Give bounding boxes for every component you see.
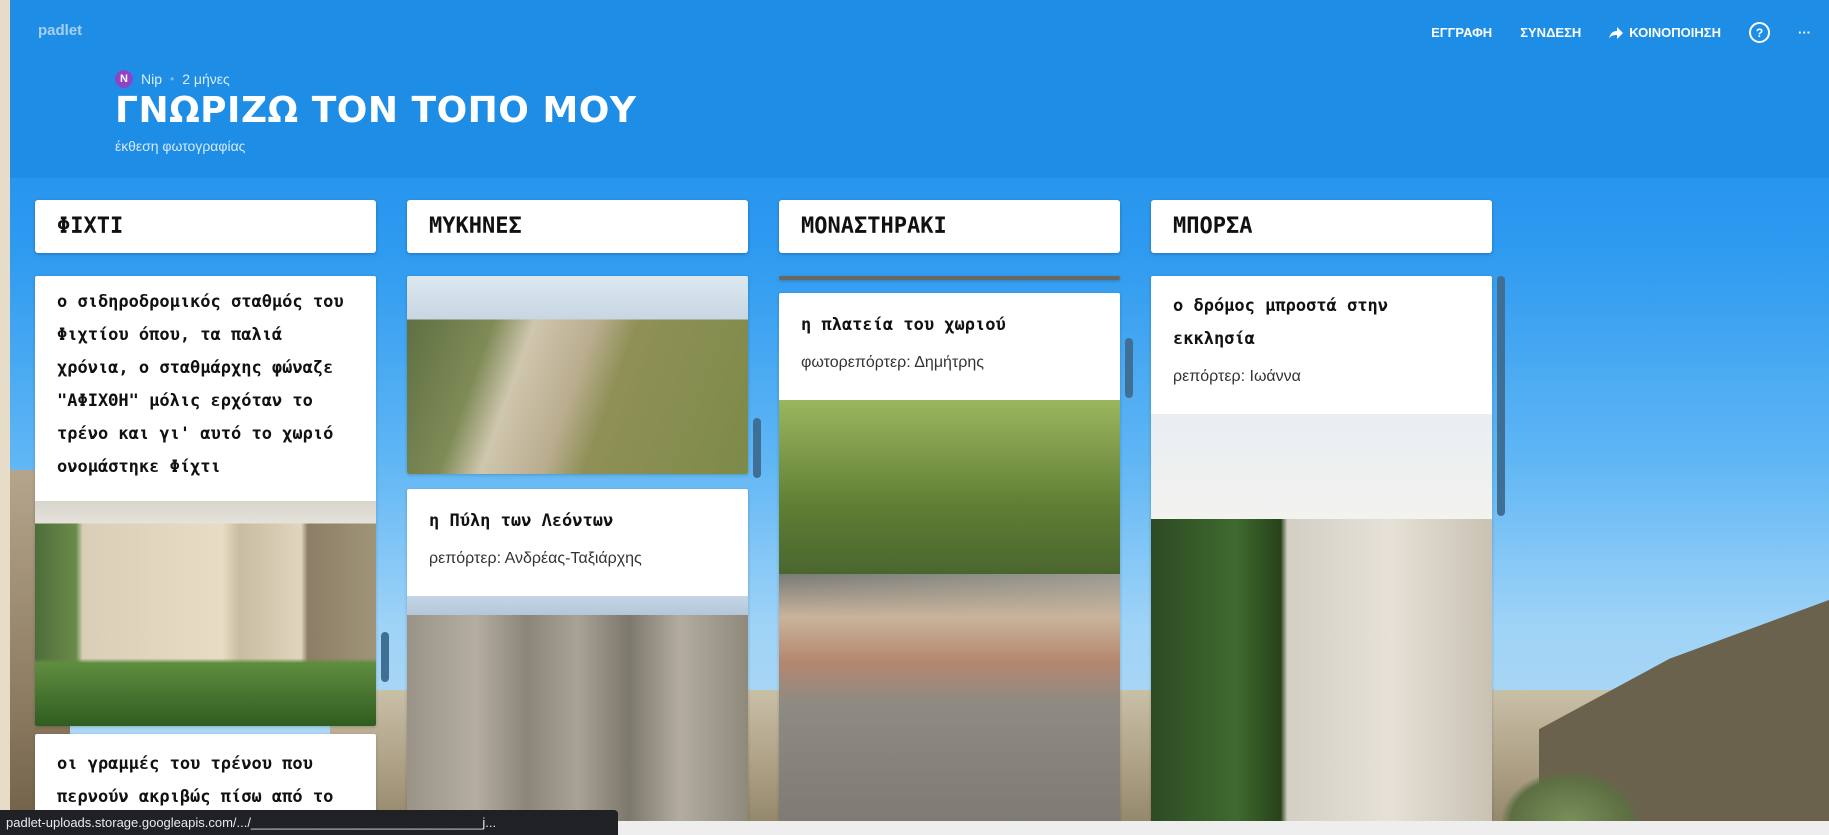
- post-image-mycenae[interactable]: [407, 276, 748, 474]
- board-header: padlet ΕΓΓΡΑΦΗ ΣΥΝΔΕΣΗ ΚΟΙΝΟΠΟΙΗΣΗ ? ···…: [10, 0, 1829, 178]
- post-title: η πλατεία του χωριού: [801, 315, 1006, 335]
- author-info: N Nip • 2 μήνες: [115, 70, 230, 88]
- more-options-icon[interactable]: ···: [1798, 25, 1811, 40]
- share-label: ΚΟΙΝΟΠΟΙΗΣΗ: [1629, 25, 1721, 40]
- post-card-partial[interactable]: [779, 276, 1120, 280]
- column-title[interactable]: ΜΟΝΑΣΤΗΡΑΚΙ: [779, 200, 1120, 253]
- post-image-lion-gate[interactable]: [407, 596, 748, 835]
- board-subtitle: έκθεση φωτογραφίας: [115, 138, 246, 154]
- post-title: οι γραμμές του τρένου που περνούν ακριβώ…: [57, 754, 334, 807]
- post-image-road[interactable]: [1151, 414, 1492, 835]
- post-body: ρεπόρτερ: Ανδρέας-Ταξιάρχης: [429, 550, 642, 567]
- post-title: ο σιδηροδρομικός σταθμός του Φιχτίου όπο…: [57, 292, 344, 477]
- column-borsa: ΜΠΟΡΣΑ ο δρόμος μπροστά στην εκκλησία ρε…: [1151, 200, 1505, 835]
- padlet-board: padlet ΕΓΓΡΑΦΗ ΣΥΝΔΕΣΗ ΚΟΙΝΟΠΟΙΗΣΗ ? ···…: [10, 0, 1829, 835]
- top-nav: ΕΓΓΡΑΦΗ ΣΥΝΔΕΣΗ ΚΟΙΝΟΠΟΙΗΣΗ ? ···: [1431, 22, 1811, 43]
- column-title[interactable]: ΜΥΚΗΝΕΣ: [407, 200, 748, 253]
- share-arrow-icon: [1609, 26, 1624, 39]
- signup-link[interactable]: ΕΓΓΡΑΦΗ: [1431, 25, 1492, 40]
- column-fichti: ΦΙΧΤΙ ο σιδηροδρομικός σταθμός του Φιχτί…: [35, 200, 389, 835]
- board-title: ΓΝΩΡΙΖΩ ΤΟΝ ΤΟΠΟ ΜΟΥ: [115, 90, 637, 131]
- post-card[interactable]: η πλατεία του χωριού φωτορεπόρτερ: Δημήτ…: [779, 293, 1120, 835]
- post-card[interactable]: η Πύλη των Λεόντων ρεπόρτερ: Ανδρέας-Ταξ…: [407, 489, 748, 835]
- column-scrollbar[interactable]: [753, 418, 761, 478]
- post-title: η Πύλη των Λεόντων: [429, 511, 614, 531]
- post-card[interactable]: ο δρόμος μπροστά στην εκκλησία ρεπόρτερ:…: [1151, 276, 1492, 835]
- column-title[interactable]: ΦΙΧΤΙ: [35, 200, 376, 253]
- column-mykines: ΜΥΚΗΝΕΣ η Πύλη των Λεόντων ρεπόρτερ: Ανδ…: [407, 200, 761, 835]
- post-body: φωτορεπόρτερ: Δημήτρης: [801, 354, 984, 371]
- author-name[interactable]: Nip: [141, 71, 162, 87]
- separator-dot: •: [170, 72, 175, 86]
- post-image-square[interactable]: [779, 400, 1120, 835]
- post-title: ο δρόμος μπροστά στην εκκλησία: [1173, 296, 1388, 349]
- post-body: ρεπόρτερ: Ιωάννα: [1173, 368, 1301, 385]
- column-title[interactable]: ΜΠΟΡΣΑ: [1151, 200, 1492, 253]
- share-button[interactable]: ΚΟΙΝΟΠΟΙΗΣΗ: [1609, 25, 1721, 40]
- padlet-logo[interactable]: padlet: [38, 22, 82, 39]
- login-link[interactable]: ΣΥΝΔΕΣΗ: [1520, 25, 1581, 40]
- column-scrollbar[interactable]: [381, 632, 389, 682]
- status-bar-url: padlet-uploads.storage.googleapis.com/..…: [0, 810, 618, 835]
- post-time: 2 μήνες: [182, 71, 230, 87]
- post-card[interactable]: [407, 276, 748, 474]
- column-scrollbar[interactable]: [1125, 338, 1133, 398]
- column-monastiraki: ΜΟΝΑΣΤΗΡΑΚΙ η πλατεία του χωριού φωτορεπ…: [779, 200, 1133, 835]
- avatar[interactable]: N: [115, 70, 133, 88]
- post-image-station[interactable]: [35, 501, 376, 726]
- column-scrollbar[interactable]: [1497, 276, 1505, 516]
- help-icon[interactable]: ?: [1749, 22, 1770, 43]
- post-card[interactable]: ο σιδηροδρομικός σταθμός του Φιχτίου όπο…: [35, 276, 376, 726]
- horizontal-scrollbar[interactable]: [618, 821, 1829, 835]
